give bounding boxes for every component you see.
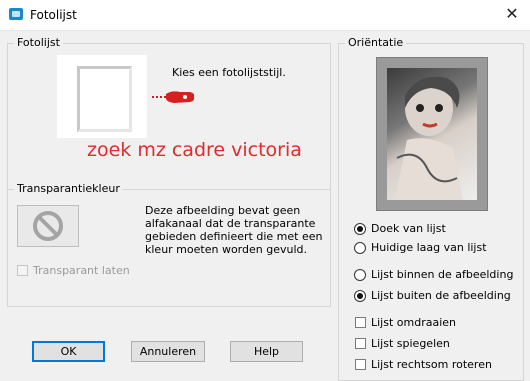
rotate-frame-checkbox-row[interactable]: Lijst rechtsom roteren [355, 358, 492, 371]
flip-frame-label: Lijst omdraaien [371, 316, 457, 329]
radio-frame-outside-button[interactable] [354, 289, 366, 302]
no-symbol-icon [33, 211, 63, 241]
title-bar: Fotolijst ✕ [0, 0, 530, 31]
radio-frame-inside-label: Lijst binnen de afbeelding [371, 268, 514, 281]
close-icon[interactable]: ✕ [502, 4, 522, 24]
dialog-body: Fotolijst Kies een fotolijststijl. zoek … [0, 31, 530, 381]
alpha-info-text: Deze afbeelding bevat geen alfakanaal da… [145, 204, 323, 256]
frame-style-thumbnail[interactable] [57, 55, 147, 138]
preview-photo [387, 68, 477, 200]
radio-canvas-of-frame-button[interactable] [354, 222, 366, 235]
radio-canvas-of-frame-label: Doek van lijst [371, 222, 446, 235]
annotation-text: zoek mz cadre victoria [87, 139, 302, 161]
radio-frame-inside[interactable]: Lijst binnen de afbeelding [354, 268, 513, 281]
mirror-frame-checkbox-row[interactable]: Lijst spiegelen [355, 337, 450, 350]
radio-canvas-of-frame[interactable]: Doek van lijst [354, 222, 446, 235]
radio-frame-inside-button[interactable] [354, 268, 366, 281]
mirror-frame-label: Lijst spiegelen [371, 337, 450, 350]
portrait-illustration [395, 76, 463, 200]
help-button[interactable]: Help [230, 341, 303, 362]
app-icon [9, 8, 23, 20]
window-title: Fotolijst [30, 8, 77, 22]
flip-frame-checkbox[interactable] [355, 317, 366, 328]
transparency-color-swatch[interactable] [17, 205, 79, 247]
frame-preview-icon [77, 66, 132, 132]
mirror-frame-checkbox[interactable] [355, 338, 366, 349]
transparantie-legend: Transparantiekleur [14, 182, 123, 196]
keep-transparent-label: Transparant laten [33, 264, 130, 277]
radio-current-layer-button[interactable] [354, 241, 366, 254]
radio-frame-outside[interactable]: Lijst buiten de afbeelding [354, 289, 511, 302]
keep-transparent-checkbox[interactable] [17, 265, 28, 276]
frame-style-instruction: Kies een fotolijststijl. [172, 66, 286, 79]
radio-frame-outside-label: Lijst buiten de afbeelding [371, 289, 511, 302]
frame-preview-image [376, 57, 488, 211]
pointing-hand-icon [152, 91, 195, 103]
rotate-frame-checkbox[interactable] [355, 359, 366, 370]
keep-transparent-checkbox-row[interactable]: Transparant laten [17, 264, 130, 277]
radio-current-layer-of-frame[interactable]: Huidige laag van lijst [354, 241, 487, 254]
orientatie-legend: Oriëntatie [345, 36, 407, 50]
flip-frame-checkbox-row[interactable]: Lijst omdraaien [355, 316, 456, 329]
rotate-frame-label: Lijst rechtsom roteren [371, 358, 492, 371]
ok-button[interactable]: OK [32, 341, 105, 362]
cancel-button[interactable]: Annuleren [131, 341, 205, 362]
fotolijst-legend: Fotolijst [14, 36, 63, 50]
radio-current-layer-label: Huidige laag van lijst [371, 241, 487, 254]
